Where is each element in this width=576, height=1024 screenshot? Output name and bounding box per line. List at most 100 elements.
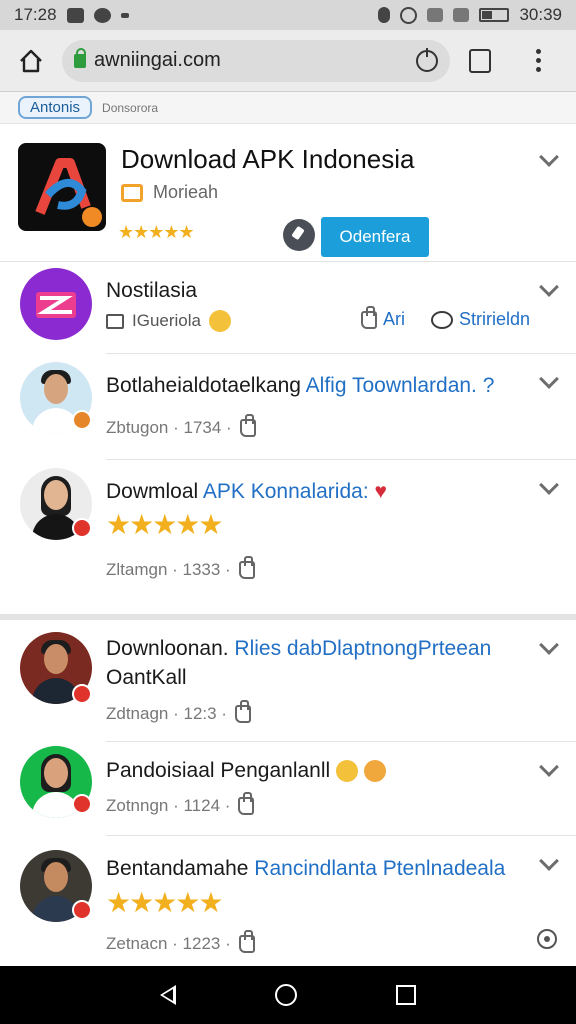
message-icon [66,7,84,23]
item-title-link[interactable]: Rlies dabDlaptnongPrteean [234,637,491,660]
item-title-link[interactable]: Rancindlanta Ptenlnadeala [254,857,505,880]
comment-label: Stririeldn [459,309,531,329]
item-title-link[interactable]: APK Konnalarida: [203,480,375,503]
comment-button[interactable]: Stririeldn [431,309,530,330]
like-button[interactable]: Ari [361,305,405,330]
chevron-down-icon[interactable] [539,475,559,495]
item-title: Downloonan. Rlies dabDlaptnongPrteean Oan… [106,634,536,692]
chevron-down-icon[interactable] [539,369,559,389]
rating-stars: ★★★★★ [106,887,224,918]
avatar-face [44,480,68,510]
item-meta-text: Zotnngn · 1124 · [106,796,231,815]
back-icon[interactable] [159,985,176,1005]
page-subheader: Antonis Donsorora [0,92,576,124]
chevron-down-icon[interactable] [539,277,559,297]
app-avatar-icon [36,292,76,318]
status-bar: 17:28 30:39 [0,0,576,30]
address-bar[interactable]: awniingai.com [62,39,450,82]
app-logo-icon [35,158,102,227]
thumbs-up-icon[interactable] [239,414,256,437]
overflow-menu-button[interactable] [510,30,566,92]
tabs-icon [469,48,491,73]
app-title: Download APK Indonesia [121,144,415,174]
item-title: Nostilasia [106,279,198,302]
badge-icon [72,794,92,814]
item-meta-text: Zdtnagn · 12:3 · [106,704,227,723]
subheader-text: Donsorora [102,100,159,115]
signal-icon [427,8,444,22]
item-title: Botlaheialdotaelkang Alfig Toownlardan. … [106,371,536,400]
item-meta-text: IGueriola [132,311,201,330]
status-time: 17:28 [14,5,57,24]
menu-dot-icon [535,58,541,63]
home-circle-icon[interactable] [274,984,297,1006]
comment-box-icon [106,313,124,329]
recent-apps-icon[interactable] [396,985,417,1005]
chevron-down-icon[interactable] [539,147,559,167]
item-meta: Zdtnagn · 12:3 · [106,700,251,724]
item-title-line2: OantKall [106,666,187,689]
emoji-icon [363,760,386,783]
record-icon[interactable] [537,929,557,949]
more-notifications-icon [120,12,129,18]
emoji-icon [208,310,231,332]
lock-icon [74,47,86,68]
developer-name[interactable]: Morieah [153,182,218,203]
wifi-icon [453,8,470,22]
item-title-text: Dowmloal [106,480,203,503]
tabs-button[interactable] [450,30,510,92]
list-item[interactable]: Dowmloal APK Konnalarida: ♥ ★★★★★ Zltamg… [0,460,576,614]
list-item[interactable]: Nostilasia IGueriola Ari Stririeldn [0,262,576,354]
url-text[interactable]: awniingai.com [94,49,416,72]
badge-icon [72,684,92,704]
item-meta-text: Zbtugon · 1734 · [106,418,232,437]
filter-chip[interactable]: Antonis [18,96,93,119]
chevron-down-icon[interactable] [539,851,559,871]
item-title: Bentandamahe Rancindlanta Ptenlnadeala [106,854,536,883]
download-button[interactable]: Odenfera [321,217,429,257]
item-title-link[interactable]: Alfig Toownlardan. ? [306,374,495,397]
item-title-text: Pandoisiaal Penganlanll [106,759,331,782]
like-label: Ari [383,309,405,329]
item-meta: Zetnacn · 1223 · [106,930,255,954]
browser-toolbar: awniingai.com [0,30,576,92]
thumbs-up-icon[interactable] [238,792,255,815]
thumbs-up-icon[interactable] [234,700,251,723]
item-title: Pandoisiaal Penganlanll [106,756,536,785]
item-title-text: Botlaheialdotaelkang [106,374,306,397]
list-item[interactable]: Botlaheialdotaelkang Alfig Toownlardan. … [0,354,576,460]
app-rating-stars: ★★★★★ [118,222,195,242]
avatar-face [44,862,68,892]
app-notification-icon [93,7,111,23]
app-card[interactable]: Download APK Indonesia Morieah ★★★★★ Ode… [0,132,576,262]
emoji-icon [336,760,359,783]
badge-icon [72,518,92,538]
reload-icon[interactable] [416,47,438,72]
chevron-down-icon[interactable] [539,757,559,777]
list-item[interactable]: Pandoisiaal Penganlanll Zotnngn · 1124 · [0,742,576,836]
home-button[interactable] [0,30,62,92]
home-icon [20,49,42,72]
chat-bubble-icon [431,310,453,329]
list-item[interactable]: Downloonan. Rlies dabDlaptnongPrteean Oan… [0,620,576,742]
avatar-face [44,644,68,674]
item-title: Dowmloal APK Konnalarida: ♥ [106,477,536,506]
avatar-face [44,374,68,404]
list-item[interactable]: Bentandamahe Rancindlanta Ptenlnadeala ★… [0,836,576,966]
badge-icon [72,410,92,430]
thumbs-up-icon [361,305,377,329]
thumbs-up-icon[interactable] [238,930,255,953]
avatar [20,268,92,340]
chevron-down-icon[interactable] [539,635,559,655]
menu-dot-icon [535,67,541,72]
bluetooth-icon [378,7,391,23]
item-meta: IGueriola [106,310,231,332]
share-button[interactable] [283,219,315,251]
thumbs-up-icon[interactable] [238,556,255,579]
menu-dot-icon [535,49,541,54]
avatar-face [44,758,68,788]
app-logo [18,143,106,231]
badge-icon [72,900,92,920]
battery-icon [479,8,510,22]
item-actions: Ari Stririeldn [361,305,530,330]
